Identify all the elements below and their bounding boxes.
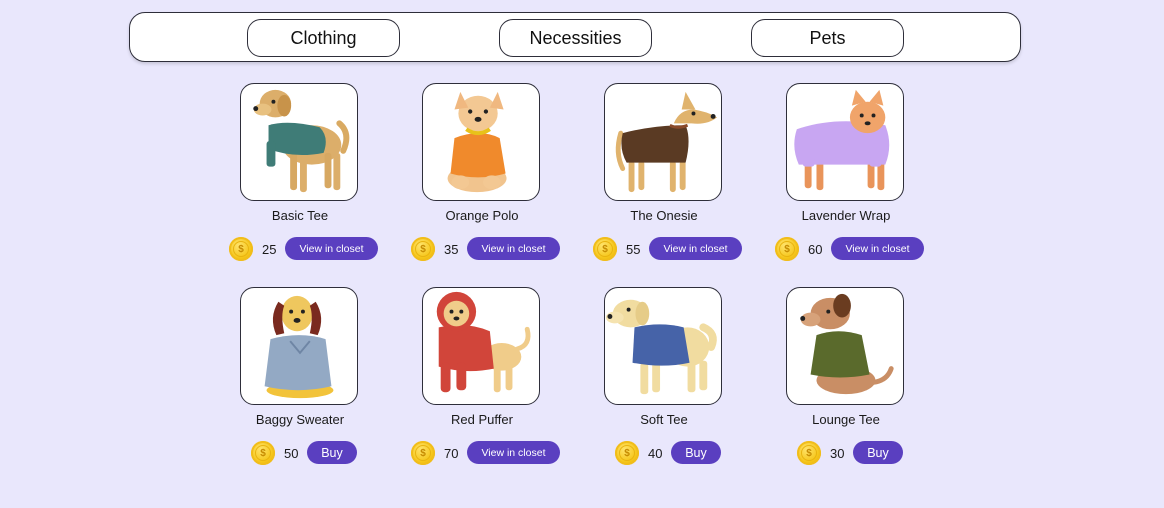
dog-illustration xyxy=(615,91,718,193)
coin-icon: $ xyxy=(615,441,639,465)
dog-illustration xyxy=(253,89,350,193)
item-card: Lounge Tee $ 30 Buy xyxy=(746,287,946,477)
category-nav-bar: Clothing Necessities Pets xyxy=(129,12,1021,62)
item-name: The Onesie xyxy=(630,208,698,223)
item-price: 30 xyxy=(830,446,845,461)
tab-pets[interactable]: Pets xyxy=(751,19,904,57)
item-price: 50 xyxy=(284,446,299,461)
dog-illustration xyxy=(794,89,890,191)
item-image-lounge-tee[interactable] xyxy=(786,287,904,405)
view-in-closet-button[interactable]: View in closet xyxy=(467,441,560,464)
item-price: 25 xyxy=(262,242,277,257)
buy-button[interactable]: Buy xyxy=(853,441,903,464)
coin-icon: $ xyxy=(775,237,799,261)
buy-button[interactable]: Buy xyxy=(671,441,721,464)
item-image-basic-tee[interactable] xyxy=(240,83,358,201)
item-name: Lounge Tee xyxy=(812,412,880,427)
item-name: Soft Tee xyxy=(640,412,688,427)
item-price: 55 xyxy=(626,242,641,257)
dog-illustration xyxy=(436,291,531,393)
dog-illustration xyxy=(447,91,507,193)
dog-illustration xyxy=(605,299,717,395)
item-price: 40 xyxy=(648,446,663,461)
item-image-soft-tee[interactable] xyxy=(604,287,722,405)
item-price: 60 xyxy=(808,242,823,257)
coin-icon: $ xyxy=(251,441,275,465)
item-name: Lavender Wrap xyxy=(801,208,891,223)
view-in-closet-button[interactable]: View in closet xyxy=(285,237,378,260)
item-image-orange-polo[interactable] xyxy=(422,83,540,201)
item-card: Soft Tee $ 40 Buy xyxy=(564,287,764,477)
item-price: 70 xyxy=(444,446,459,461)
coin-icon: $ xyxy=(411,237,435,261)
item-image-baggy-sweater[interactable] xyxy=(240,287,358,405)
item-name: Basic Tee xyxy=(271,208,329,223)
buy-button[interactable]: Buy xyxy=(307,441,357,464)
item-card: Red Puffer $ 70 View in closet xyxy=(382,287,582,477)
dog-illustration xyxy=(264,295,334,399)
item-name: Orange Polo xyxy=(445,208,519,223)
dog-illustration xyxy=(800,293,894,395)
view-in-closet-button[interactable]: View in closet xyxy=(831,237,924,260)
item-image-lavender-wrap[interactable] xyxy=(786,83,904,201)
item-card: Baggy Sweater $ 50 Buy xyxy=(200,287,400,477)
item-card: Orange Polo $ 35 View in closet xyxy=(382,83,582,273)
view-in-closet-button[interactable]: View in closet xyxy=(467,237,560,260)
item-price: 35 xyxy=(444,242,459,257)
coin-icon: $ xyxy=(229,237,253,261)
item-name: Red Puffer xyxy=(451,412,513,427)
coin-icon: $ xyxy=(411,441,435,465)
view-in-closet-button[interactable]: View in closet xyxy=(649,237,742,260)
tab-clothing[interactable]: Clothing xyxy=(247,19,400,57)
item-image-red-puffer[interactable] xyxy=(422,287,540,405)
coin-icon: $ xyxy=(593,237,617,261)
item-card: The Onesie $ 55 View in closet xyxy=(564,83,764,273)
item-card: Basic Tee $ 25 View in closet xyxy=(200,83,400,273)
coin-icon: $ xyxy=(797,441,821,465)
item-card: Lavender Wrap $ 60 View in closet xyxy=(746,83,946,273)
item-name: Baggy Sweater xyxy=(255,412,345,427)
tab-necessities[interactable]: Necessities xyxy=(499,19,652,57)
item-image-the-onesie[interactable] xyxy=(604,83,722,201)
